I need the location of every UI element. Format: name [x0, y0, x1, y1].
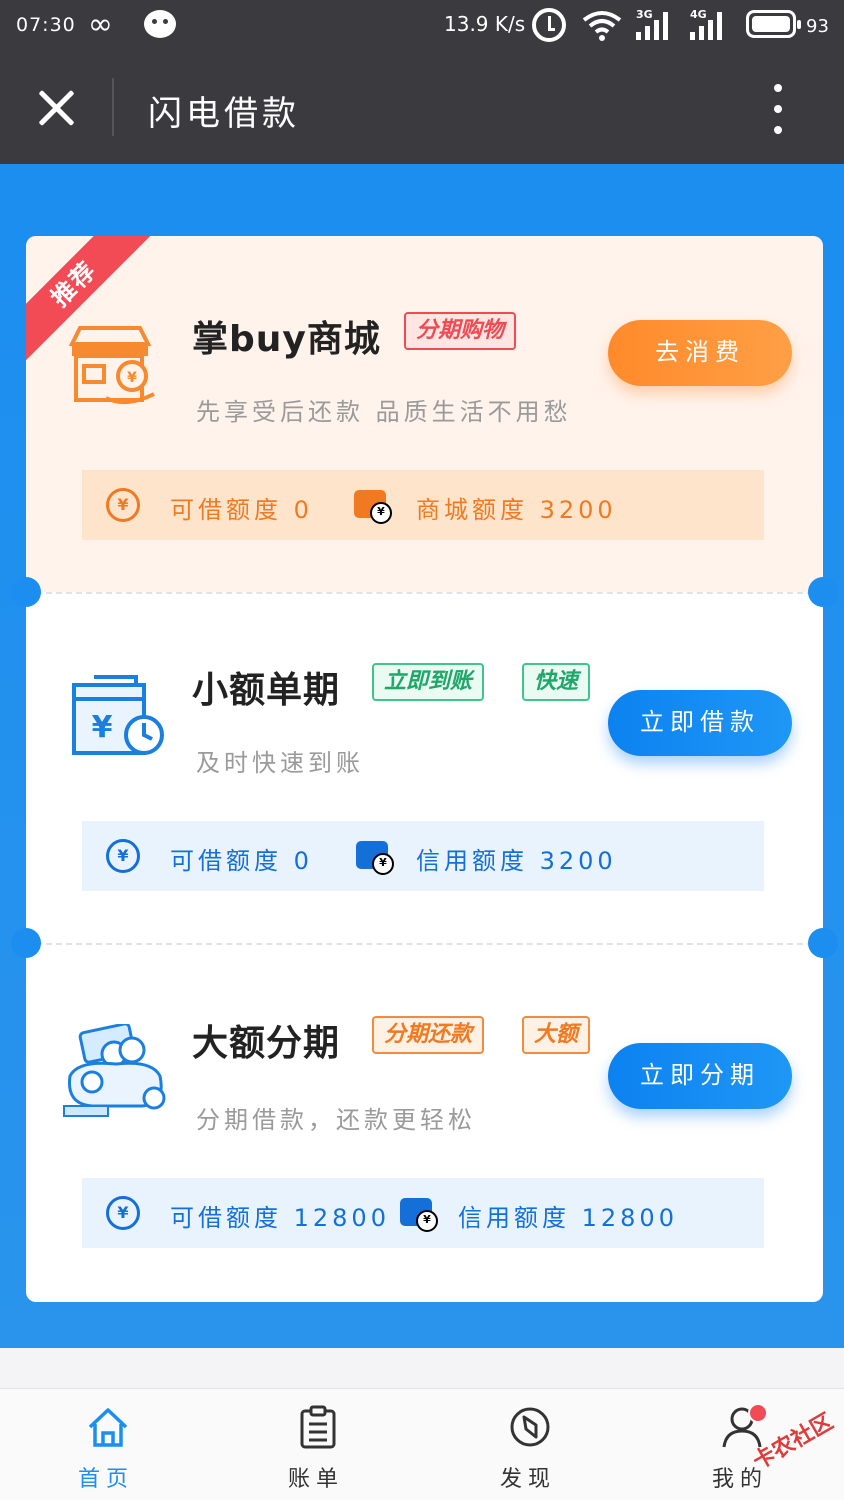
yuan-coin-icon: ¥: [106, 1196, 140, 1230]
product-tag: 立即到账: [372, 663, 485, 701]
installment-button[interactable]: 立即分期: [608, 1043, 792, 1109]
home-icon: [88, 1408, 128, 1447]
title-bar: 闪电借款: [0, 52, 844, 164]
wallet-icon: [400, 1198, 438, 1232]
product-title: 掌buy商城: [192, 319, 381, 360]
nav-label: 账单: [287, 1467, 344, 1492]
alarm-icon: [532, 8, 566, 42]
notification-dot: [748, 1403, 768, 1423]
bag-clock-icon: ¥: [72, 675, 164, 755]
close-icon[interactable]: [36, 88, 76, 128]
bottom-nav: 首页 账单 发现 我的: [0, 1388, 844, 1500]
compass-icon: [510, 1407, 550, 1447]
nav-label: 我的: [711, 1467, 768, 1492]
wifi-icon: [582, 11, 622, 41]
status-bar: 07:30 ∞ 13.9 K/s 3G 4G 93: [0, 0, 844, 52]
money-bag-icon: [63, 1024, 166, 1117]
consume-button[interactable]: 去消费: [608, 320, 792, 386]
product-subtitle: 及时快速到账: [196, 749, 364, 777]
status-time: 07:30: [16, 14, 76, 36]
nav-bill[interactable]: 账单: [256, 1389, 376, 1500]
battery-level: 93: [806, 16, 829, 37]
product-card: 推荐 ¥ 掌buy商城 分期购物 先享受后还款 品质生活不用愁 去消费 ¥ 可借…: [26, 236, 823, 1302]
nav-label: 首页: [77, 1467, 134, 1492]
product-tag: 大额: [522, 1016, 591, 1054]
signal-4g-icon: 4G: [690, 8, 728, 40]
nav-label: 发现: [499, 1467, 556, 1492]
notch-dot: [11, 577, 41, 607]
product-small-loan: ¥ 小额单期 立即到账 快速 及时快速到账 立即借款 ¥ 可借额度 0 信用额度…: [26, 593, 823, 943]
product-subtitle: 先享受后还款 品质生活不用愁: [196, 398, 572, 426]
product-mall: 推荐 ¥ 掌buy商城 分期购物 先享受后还款 品质生活不用愁 去消费 ¥ 可借…: [26, 236, 823, 592]
battery-icon: [746, 10, 801, 38]
nav-discover[interactable]: 发现: [468, 1389, 588, 1500]
wallet-icon: [356, 841, 394, 875]
wallet-icon: [354, 490, 392, 524]
infinity-icon: ∞: [88, 7, 113, 42]
loan-quota: 可借额度 0: [170, 496, 313, 524]
wechat-icon: [144, 10, 176, 38]
quota-bar: ¥ 可借额度 12800 信用额度 12800: [82, 1178, 764, 1248]
content-bottom-strip: [0, 1348, 844, 1388]
nav-home[interactable]: 首页: [46, 1389, 166, 1500]
mall-quota: 商城额度 3200: [416, 496, 617, 524]
quota-bar: ¥ 可借额度 0 信用额度 3200: [82, 821, 764, 891]
yuan-coin-icon: ¥: [106, 839, 140, 873]
yuan-coin-icon: ¥: [106, 488, 140, 522]
notch-dot: [11, 928, 41, 958]
page-title: 闪电借款: [148, 94, 300, 134]
bill-icon: [300, 1405, 336, 1449]
product-title: 大额分期: [192, 1023, 341, 1064]
notch-dot: [808, 928, 838, 958]
notch-dot: [808, 577, 838, 607]
network-speed: 13.9 K/s: [444, 12, 526, 36]
more-icon[interactable]: [772, 84, 784, 134]
loan-quota: 可借额度 12800: [170, 1204, 390, 1232]
product-tag: 分期购物: [404, 312, 517, 350]
signal-3g-icon: 3G: [636, 8, 674, 40]
product-large-loan: 大额分期 分期还款 大额 分期借款，还款更轻松 立即分期 ¥ 可借额度 1280…: [26, 944, 823, 1302]
credit-quota: 信用额度 12800: [458, 1204, 678, 1232]
svg-text:¥: ¥: [92, 710, 113, 745]
product-tag: 快速: [522, 663, 591, 701]
shop-icon: ¥: [68, 326, 155, 405]
quota-bar: ¥ 可借额度 0 商城额度 3200: [82, 470, 764, 540]
product-title: 小额单期: [192, 670, 341, 711]
svg-text:¥: ¥: [127, 370, 137, 386]
borrow-now-button[interactable]: 立即借款: [608, 690, 792, 756]
loan-quota: 可借额度 0: [170, 847, 313, 875]
title-divider: [112, 78, 114, 136]
product-tag: 分期还款: [372, 1016, 485, 1054]
credit-quota: 信用额度 3200: [416, 847, 617, 875]
product-subtitle: 分期借款，还款更轻松: [196, 1106, 476, 1134]
